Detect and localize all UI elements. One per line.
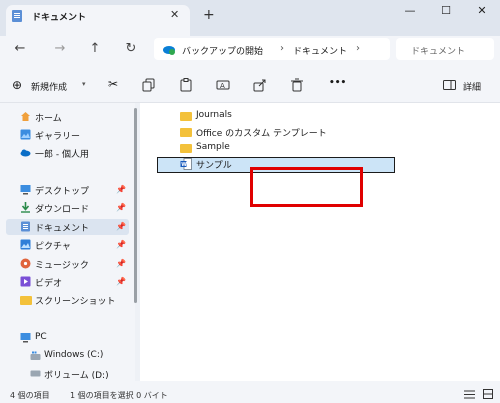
breadcrumb-separator-end[interactable]: › [356, 43, 360, 54]
sidebar-item-videos[interactable]: ビデオ [35, 276, 62, 289]
details-view-icon[interactable] [464, 390, 475, 399]
file-item-sample-doc[interactable]: サンプル [196, 158, 232, 171]
backup-cloud-icon [163, 46, 175, 55]
refresh-button[interactable]: ↻ [122, 41, 140, 56]
selection-status: 1 個の項目を選択 0 バイト [70, 391, 168, 400]
breadcrumb-documents[interactable]: ドキュメント [293, 44, 347, 57]
more-options-button[interactable]: ••• [329, 78, 346, 88]
details-button-label[interactable]: 詳細 [463, 80, 481, 93]
sidebar-scrollbar[interactable] [134, 108, 137, 303]
drive-c-icon [30, 351, 41, 360]
file-item-journals[interactable]: Journals [196, 110, 232, 120]
sidebar-item-drive-d[interactable]: ボリューム (D:) [44, 368, 109, 381]
sidebar-item-home[interactable]: ホーム [35, 111, 62, 124]
cut-icon[interactable]: ✂ [108, 77, 118, 91]
sidebar-item-pictures[interactable]: ピクチャ [35, 239, 71, 252]
music-icon [20, 258, 31, 269]
documents-folder-icon [12, 10, 22, 22]
chevron-down-icon[interactable]: ▾ [82, 80, 86, 88]
file-item-sample[interactable]: Sample [196, 142, 230, 152]
search-placeholder[interactable]: ドキュメント [411, 44, 465, 57]
pin-icon: 📌 [116, 222, 126, 231]
download-icon [21, 202, 30, 213]
folder-icon [180, 128, 192, 137]
breadcrumb-backup[interactable]: バックアップの開始 [182, 44, 263, 57]
word-document-icon: W [180, 158, 192, 170]
tab-close-button[interactable]: ✕ [170, 8, 179, 21]
sidebar-item-screenshots[interactable]: スクリーンショット [35, 294, 116, 307]
tiles-view-icon[interactable] [483, 389, 493, 399]
rename-icon[interactable]: A [216, 78, 230, 92]
screenshot-folder-icon [20, 296, 32, 305]
breadcrumb-separator[interactable]: › [280, 43, 284, 54]
folder-icon [180, 112, 192, 121]
details-pane-icon[interactable] [443, 80, 456, 90]
copy-icon[interactable] [142, 78, 156, 92]
folder-icon [180, 144, 192, 153]
sidebar-item-downloads[interactable]: ダウンロード [35, 202, 89, 215]
svg-text:A: A [220, 82, 225, 90]
sidebar-item-onedrive[interactable]: 一郎 - 個人用 [35, 147, 89, 160]
up-button[interactable]: ↑ [86, 41, 104, 56]
sidebar-item-desktop[interactable]: デスクトップ [35, 184, 89, 197]
new-icon[interactable]: ⊕ [12, 78, 22, 92]
home-icon [21, 112, 30, 121]
forward-button[interactable]: → [51, 41, 69, 56]
gallery-icon [20, 129, 31, 140]
close-window-button[interactable]: ✕ [472, 4, 492, 17]
sidebar-item-gallery[interactable]: ギャラリー [35, 129, 80, 142]
sidebar-item-documents[interactable]: ドキュメント [35, 221, 89, 234]
highlight-box [250, 167, 363, 207]
paste-icon[interactable] [179, 78, 193, 92]
video-icon [20, 276, 31, 287]
tab-title: ドキュメント [32, 13, 87, 23]
delete-icon[interactable] [290, 78, 304, 92]
item-count: 4 個の項目 [10, 391, 50, 400]
svg-text:W: W [181, 162, 187, 168]
drive-d-icon [30, 370, 41, 377]
sidebar-item-music[interactable]: ミュージック [35, 258, 89, 271]
pc-icon [20, 333, 31, 343]
pin-icon: 📌 [116, 185, 126, 194]
documents-icon [21, 221, 30, 232]
share-icon[interactable] [253, 78, 267, 92]
pin-icon: 📌 [116, 277, 126, 286]
sidebar-item-drive-c[interactable]: Windows (C:) [44, 350, 103, 360]
cloud-icon [20, 149, 31, 157]
back-button[interactable]: ← [11, 41, 29, 56]
maximize-button[interactable]: ☐ [436, 4, 456, 17]
pin-icon: 📌 [116, 240, 126, 249]
desktop-icon [20, 185, 31, 195]
file-list-pane [140, 103, 500, 381]
pin-icon: 📌 [116, 203, 126, 212]
new-tab-button[interactable]: + [203, 7, 215, 23]
file-item-office-templates[interactable]: Office のカスタム テンプレート [196, 126, 327, 139]
pin-icon: 📌 [116, 259, 126, 268]
pictures-icon [20, 239, 31, 250]
new-button-label[interactable]: 新規作成 [31, 80, 67, 93]
minimize-button[interactable]: — [400, 4, 420, 17]
sidebar-item-pc[interactable]: PC [35, 332, 47, 342]
command-bar [0, 66, 500, 103]
